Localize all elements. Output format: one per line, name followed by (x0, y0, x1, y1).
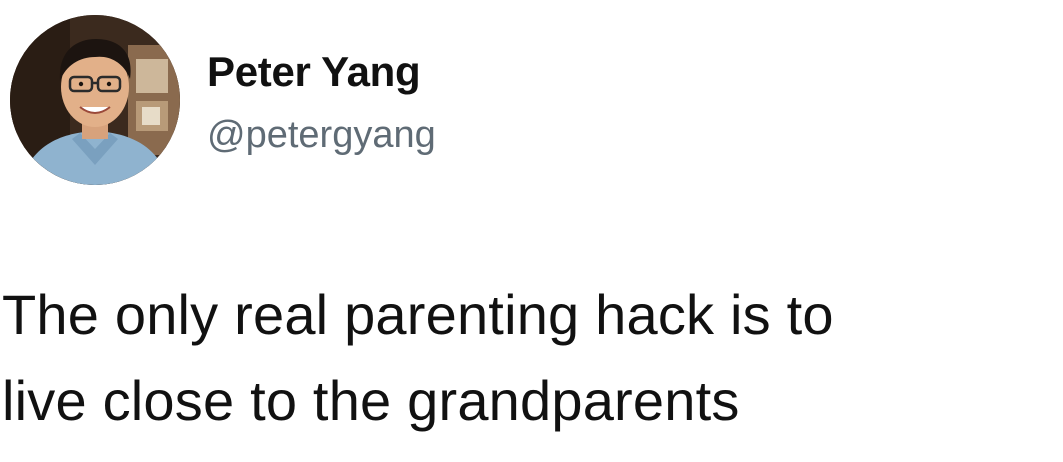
avatar[interactable] (10, 15, 180, 185)
profile-photo-icon (10, 15, 180, 185)
author-identity: Peter Yang @petergyang (207, 47, 436, 159)
tweet-text-line-2: live close to the grandparents (2, 369, 740, 432)
tweet-header: Peter Yang @petergyang (10, 10, 436, 190)
tweet-text-line-1: The only real parenting hack is to (2, 283, 834, 346)
author-handle[interactable]: @petergyang (207, 111, 436, 159)
author-display-name[interactable]: Peter Yang (207, 47, 436, 97)
tweet-text: The only real parenting hack is to live … (2, 272, 1062, 444)
tweet-card: Peter Yang @petergyang The only real par… (0, 0, 1063, 462)
